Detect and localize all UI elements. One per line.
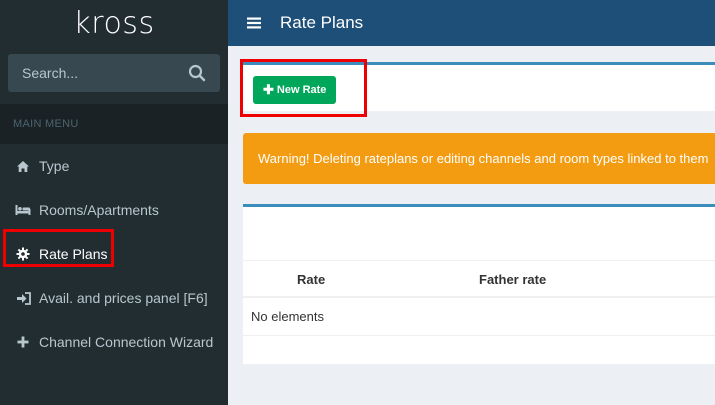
empty-table-message: No elements [251, 309, 324, 324]
sidebar-item-rooms[interactable]: Rooms/Apartments [0, 188, 228, 232]
search-box [8, 54, 220, 92]
sidebar-item-channel-wizard[interactable]: Channel Connection Wizard [0, 320, 228, 364]
sidebar-item-avail-prices[interactable]: Avail. and prices panel [F6] [0, 276, 228, 320]
column-header-rate[interactable]: Rate [297, 272, 325, 287]
sidebar-item-label: Rooms/Apartments [39, 202, 159, 218]
sidebar-item-label: Avail. and prices panel [F6] [39, 290, 208, 306]
sidebar-item-label: Rate Plans [39, 246, 108, 262]
bed-icon [15, 202, 31, 218]
main-content: ✚ New Rate Warning! Deleting rateplans o… [228, 46, 715, 405]
sidebar-item-type[interactable]: Type [0, 144, 228, 188]
page-title: Rate Plans [280, 13, 364, 32]
sign-in-icon [15, 290, 31, 306]
new-rate-button[interactable]: ✚ New Rate [253, 76, 337, 104]
column-header-father-rate[interactable]: Father rate [479, 272, 546, 287]
search-icon[interactable] [188, 64, 206, 82]
sidebar-item-label: Type [39, 158, 70, 174]
toolbar-box: ✚ New Rate [243, 62, 715, 111]
hamburger-menu-icon[interactable] [228, 17, 280, 29]
sidebar-item-label: Channel Connection Wizard [39, 334, 214, 350]
sidebar-item-rate-plans[interactable]: Rate Plans [0, 232, 228, 276]
rate-plans-table-box: Rate Father rate No elements [243, 204, 715, 364]
warning-alert: Warning! Deleting rateplans or editing c… [243, 133, 715, 184]
table-row: No elements [243, 298, 715, 336]
kross-logo[interactable]: kross [0, 0, 228, 46]
new-rate-label: New Rate [276, 84, 327, 96]
menu-header: MAIN MENU [0, 104, 228, 144]
plus-icon [15, 334, 31, 350]
sidebar-search [0, 46, 228, 92]
top-header: Rate Plans [228, 0, 715, 46]
home-icon [15, 158, 31, 174]
gear-icon [15, 246, 31, 262]
main-menu: Type Rooms/Apartments Rate Plans Avail. … [0, 144, 228, 364]
sidebar: kross MAIN MENU Type Rooms/Apartments [0, 0, 228, 405]
table-header: Rate Father rate [243, 260, 715, 298]
plus-icon: ✚ [263, 82, 274, 97]
